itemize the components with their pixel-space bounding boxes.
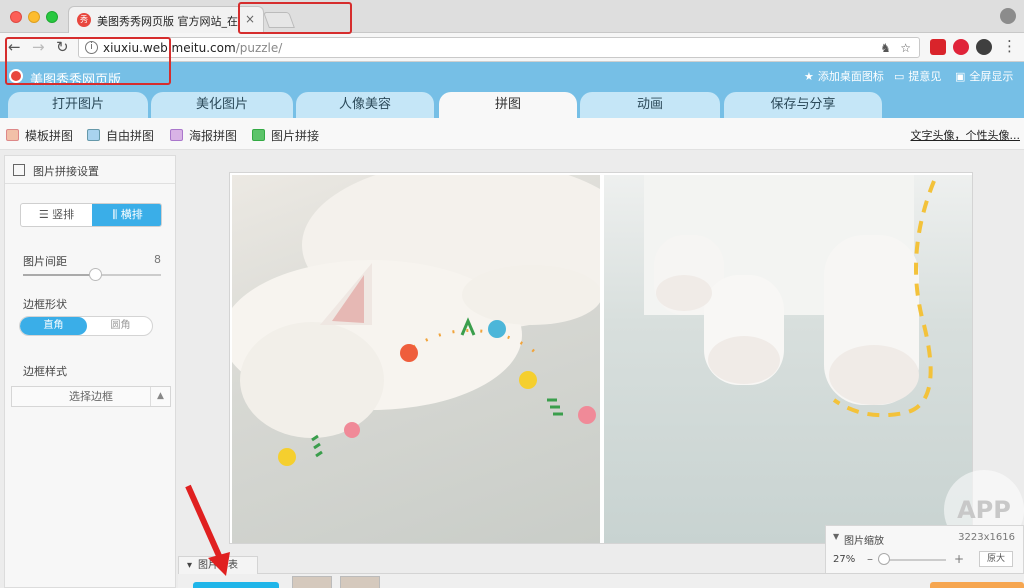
- original-size-button[interactable]: 原大: [979, 551, 1013, 567]
- text-avatar-link[interactable]: 文字头像，个性头像...: [911, 127, 1021, 143]
- highlight-box-orientation: [5, 37, 171, 85]
- horizontal-button[interactable]: ⫼ 横排: [92, 204, 161, 226]
- save-button[interactable]: [930, 582, 1024, 588]
- subtab-stitch[interactable]: 图片拼接: [252, 127, 319, 144]
- settings-icon: [13, 164, 25, 176]
- pinterest-icon[interactable]: [953, 39, 969, 55]
- subtab-free[interactable]: 自由拼图: [87, 127, 154, 144]
- subtab-template[interactable]: 模板拼图: [6, 127, 73, 144]
- translate-icon[interactable]: ♞: [880, 41, 891, 55]
- cat-illustration-left: [232, 175, 600, 466]
- free-puzzle-icon: [87, 129, 100, 141]
- zoom-panel: ▼ 图片缩放 3223x1616 27% – + 原大: [825, 525, 1024, 575]
- zoom-percent: 27%: [833, 554, 856, 565]
- thumbnail-1[interactable]: [292, 576, 332, 588]
- fullscreen-icon: ▣: [955, 70, 966, 83]
- caret-up-icon: ▲: [150, 387, 170, 406]
- template-icon: [6, 129, 19, 141]
- feedback-icon: ▭: [894, 70, 905, 83]
- tab-save-share[interactable]: 保存与分享: [724, 92, 882, 118]
- add-desktop-icon-link[interactable]: ★ 添加桌面图标: [804, 68, 884, 84]
- horizontal-icon: ⫼: [112, 208, 121, 221]
- border-style-label: 边框样式: [23, 365, 67, 378]
- close-window-button[interactable]: [10, 11, 22, 23]
- subtab-poster[interactable]: 海报拼图: [170, 127, 237, 144]
- add-image-button[interactable]: [193, 582, 279, 588]
- stitch-canvas[interactable]: [229, 172, 973, 544]
- spacing-label: 图片间距: [23, 255, 67, 268]
- orientation-toggle: ☰ 竖排 ⫼ 横排: [20, 203, 162, 227]
- star-icon: ★: [804, 70, 814, 83]
- spacing-value: 8: [154, 253, 161, 266]
- browser-tab-title: 美图秀秀网页版 官方网站_在线: [97, 15, 239, 28]
- browser-tabbar: 秀 美图秀秀网页版 官方网站_在线 ×: [0, 0, 1024, 33]
- minimize-window-button[interactable]: [28, 11, 40, 23]
- spacing-slider-thumb[interactable]: [89, 268, 102, 281]
- zoom-slider-thumb[interactable]: [878, 553, 890, 565]
- panel-header: 图片拼接设置: [5, 156, 175, 184]
- zoom-title: 图片缩放: [844, 536, 884, 547]
- tab-open-image[interactable]: 打开图片: [8, 92, 148, 118]
- tab-puzzle[interactable]: 拼图: [439, 92, 577, 118]
- spacing-slider[interactable]: [23, 268, 161, 281]
- browser-tab[interactable]: 秀 美图秀秀网页版 官方网站_在线 ×: [68, 6, 264, 33]
- thumbnail-2[interactable]: [340, 576, 380, 588]
- vertical-button[interactable]: ☰ 竖排: [21, 204, 92, 226]
- zoom-out-button[interactable]: –: [867, 552, 873, 566]
- image-dimensions: 3223x1616: [958, 532, 1015, 543]
- tab-beautify[interactable]: 美化图片: [151, 92, 293, 118]
- cat-illustration-right: [644, 175, 936, 418]
- right-angle-option[interactable]: 直角: [20, 317, 87, 335]
- address-bar[interactable]: i xiuxiu.web.meitu.com/puzzle/ ♞ ☆: [78, 37, 920, 58]
- panel-title: 图片拼接设置: [33, 165, 99, 178]
- bookmark-star-icon[interactable]: ☆: [900, 41, 911, 55]
- menu-icon[interactable]: ⋮: [1002, 37, 1017, 55]
- tab-animation[interactable]: 动画: [580, 92, 720, 118]
- feedback-link[interactable]: ▭ 提意见: [894, 68, 941, 84]
- zoom-in-button[interactable]: +: [954, 552, 964, 566]
- zoom-window-button[interactable]: [46, 11, 58, 23]
- annotation-arrow-icon: [185, 484, 230, 576]
- rounded-option[interactable]: 圆角: [87, 317, 152, 335]
- fullscreen-link[interactable]: ▣ 全屏显示: [955, 68, 1013, 84]
- collapse-icon[interactable]: ▼: [833, 532, 839, 541]
- border-style-select[interactable]: 选择边框 ▲: [11, 386, 171, 407]
- highlight-box-stitch: [238, 2, 352, 34]
- puzzle-subtabs: 模板拼图 自由拼图 海报拼图 图片拼接 文字头像，个性头像...: [0, 118, 1024, 150]
- stitch-settings-panel: 图片拼接设置 ☰ 竖排 ⫼ 横排 图片间距 8 边框形状 直角 圆角 边框样式 …: [4, 155, 176, 588]
- profile-icon[interactable]: [1000, 8, 1016, 24]
- poster-icon: [170, 129, 183, 141]
- stitch-icon: [252, 129, 265, 141]
- vertical-icon: ☰: [38, 208, 53, 221]
- spacing-slider-fill: [23, 274, 95, 276]
- favicon-icon: 秀: [77, 13, 91, 27]
- photo-cat-sleeping[interactable]: [232, 175, 600, 543]
- photo-cat-paws[interactable]: [604, 175, 972, 543]
- extension-icon-3[interactable]: [976, 39, 992, 55]
- url-path: /puzzle/: [235, 41, 283, 55]
- border-shape-toggle: 直角 圆角: [19, 316, 153, 336]
- extension-icon-1[interactable]: [930, 39, 946, 55]
- tab-portrait[interactable]: 人像美容: [296, 92, 434, 118]
- border-shape-label: 边框形状: [23, 298, 67, 311]
